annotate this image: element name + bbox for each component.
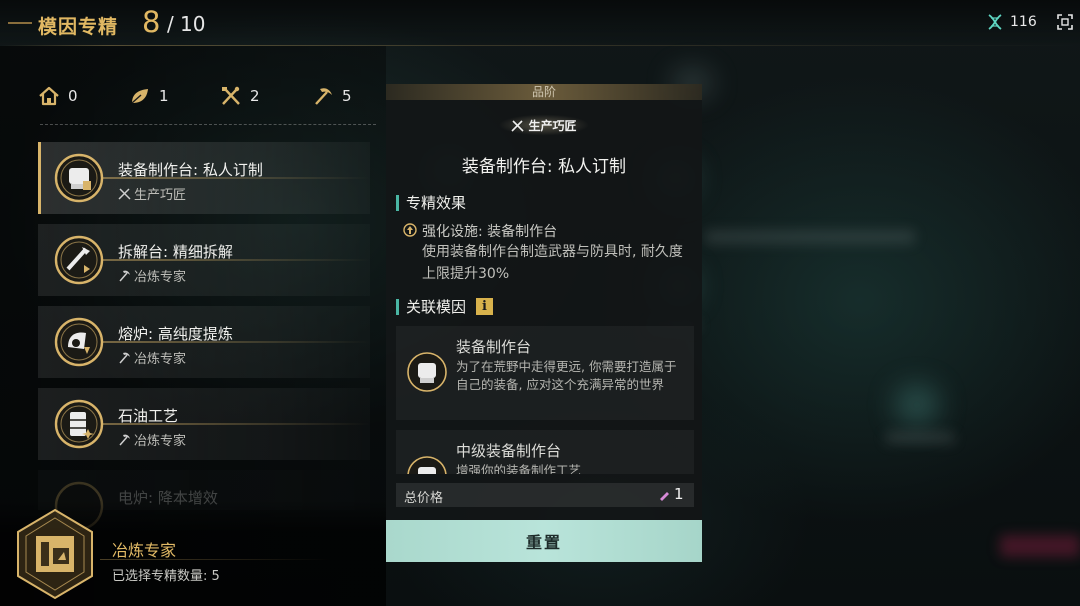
reset-button[interactable]: 重置 — [386, 520, 702, 562]
crossed-tools-icon — [222, 86, 240, 105]
tree-stat-value: 2 — [250, 87, 260, 105]
gene-card-furnace[interactable]: 熔炉: 高纯度提炼 冶炼专家 — [38, 306, 370, 378]
page-title: 模因专精 — [38, 16, 119, 38]
crystal-icon — [660, 492, 669, 501]
mastery-count-separator: / — [167, 12, 174, 36]
tree-stat-value: 1 — [159, 87, 169, 105]
dismantle-badge-icon — [54, 235, 104, 285]
workbench-badge-icon — [54, 153, 104, 203]
linked-gene-item[interactable]: 装备制作台 为了在荒野中走得更远, 你需要打造属于自己的装备, 应对这个充满异常… — [396, 326, 694, 420]
expert-selected-count: 已选择专精数量: 5 — [112, 569, 220, 584]
gene-card-equipment-custom[interactable]: 装备制作台: 私人订制 生产巧匠 — [38, 142, 370, 214]
detail-title: 装备制作台: 私人订制 — [461, 157, 627, 177]
crossed-tools-icon — [511, 119, 525, 132]
background-text-blur — [705, 230, 915, 244]
background-glow — [895, 385, 939, 425]
house-icon — [39, 86, 59, 106]
linked-gene-description: 增强你的装备制作工艺 — [456, 463, 582, 474]
linked-section-heading: 关联模因 — [396, 299, 466, 315]
pickaxe-icon — [315, 88, 332, 105]
grade-label: 品阶 — [531, 85, 556, 99]
pickaxe-icon — [119, 270, 130, 282]
title-decoration — [8, 22, 32, 24]
gene-category-label: 冶炼专家 — [134, 352, 187, 367]
mastery-count-total: 10 — [180, 12, 206, 36]
workbench-icon — [407, 352, 447, 392]
gene-name: 熔炉: 高纯度提炼 — [118, 325, 233, 343]
linked-gene-item[interactable]: 中级装备制作台 增强你的装备制作工艺 — [396, 430, 694, 474]
reset-button-label: 重置 — [525, 535, 562, 552]
gene-category: 冶炼专家 — [118, 348, 186, 367]
tree-stat-pickaxe: 5 — [312, 86, 352, 106]
gene-name: 装备制作台: 私人订制 — [118, 161, 263, 179]
effect-section-heading: 专精效果 — [396, 195, 466, 211]
gene-card-oil-craft[interactable]: 石油工艺 冶炼专家 — [38, 388, 370, 460]
linked-gene-list[interactable]: 装备制作台 为了在荒野中走得更远, 你需要打造属于自己的装备, 应对这个充满异常… — [396, 326, 694, 474]
smelting-expert-emblem-icon — [17, 508, 93, 600]
gene-card-dismantle[interactable]: 拆解台: 精细拆解 冶炼专家 — [38, 224, 370, 296]
tree-stat-tools: 2 — [220, 86, 260, 106]
gene-detail-panel: 品阶 生产巧匠 装备制作台: 私人订制 专精效果 强化设施: 装备制作台 使用装… — [386, 84, 702, 562]
currency-value: 116 — [1010, 14, 1037, 30]
gene-category: 生产巧匠 — [118, 184, 186, 203]
tree-stat-house: 0 — [38, 86, 78, 106]
gene-category-label: 冶炼专家 — [134, 434, 187, 449]
background-text-blur — [885, 432, 955, 444]
linked-gene-name: 中级装备制作台 — [456, 442, 562, 460]
gene-category: 冶炼专家 — [118, 266, 186, 285]
pickaxe-icon — [119, 352, 130, 364]
background-button-blur — [1000, 535, 1080, 557]
dna-strand-icon — [988, 14, 1002, 30]
tree-stat-value: 5 — [342, 87, 352, 105]
crossed-tools-icon — [118, 188, 131, 200]
tree-stat-leaf: 1 — [129, 86, 169, 106]
pickaxe-icon — [119, 434, 130, 446]
workbench-icon — [407, 456, 447, 474]
gene-category: 冶炼专家 — [118, 430, 186, 449]
grade-badge: 生产巧匠 — [490, 114, 598, 136]
gene-name: 石油工艺 — [118, 407, 179, 425]
stats-divider — [40, 124, 376, 125]
upgrade-arrow-icon — [403, 223, 417, 237]
oil-barrel-badge-icon — [54, 399, 104, 449]
effect-title: 强化设施: 装备制作台 — [422, 224, 558, 240]
linked-gene-description: 为了在荒野中走得更远, 你需要打造属于自己的装备, 应对这个充满异常的世界 — [456, 359, 677, 392]
gene-category-label: 生产巧匠 — [134, 188, 187, 203]
price-value: 1 — [674, 485, 684, 503]
leaf-icon — [131, 89, 148, 104]
tree-stat-value: 0 — [68, 87, 78, 105]
price-label: 总价格 — [404, 491, 444, 506]
mastery-count-current: 8 — [142, 5, 161, 39]
furnace-badge-icon — [54, 317, 104, 367]
top-bar: 模因专精 8 / 10 116 — [0, 0, 1080, 46]
linked-gene-name: 装备制作台 — [456, 338, 532, 356]
effect-description: 使用装备制作台制造武器与防具时, 耐久度上限提升30% — [422, 244, 683, 282]
exit-icon[interactable] — [1056, 13, 1074, 31]
gene-category-label: 冶炼专家 — [134, 270, 187, 285]
grade-badge-label: 生产巧匠 — [528, 118, 577, 133]
info-icon[interactable]: i — [476, 298, 493, 315]
expert-name: 冶炼专家 — [112, 541, 177, 560]
gene-name: 拆解台: 精细拆解 — [118, 243, 233, 261]
price-bar: 总价格 1 — [396, 483, 694, 507]
